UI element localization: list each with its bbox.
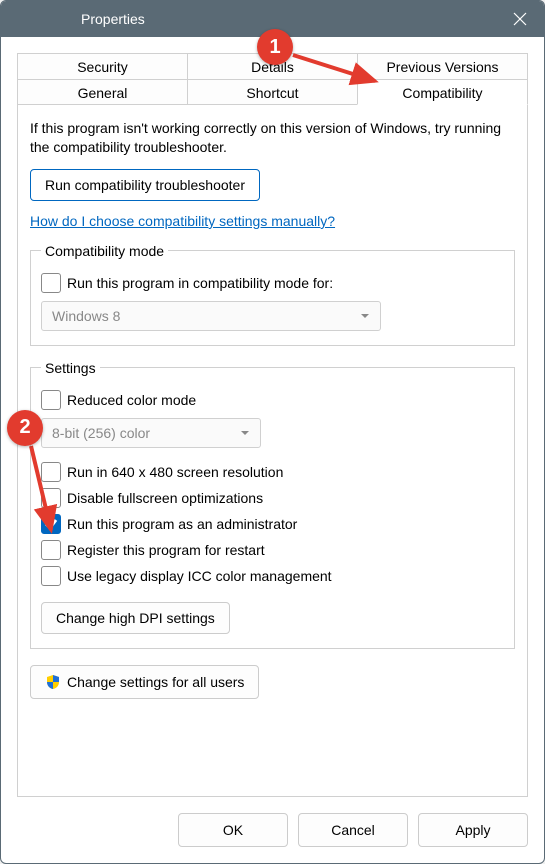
run-compatibility-mode-label: Run this program in compatibility mode f… [67,275,333,291]
content-area: 1 Security Details Previous Versions Gen… [1,37,544,797]
reduced-color-label: Reduced color mode [67,392,196,408]
chevron-down-icon [360,311,370,321]
close-button[interactable] [496,1,544,37]
color-depth-value: 8-bit (256) color [52,425,150,441]
close-icon [513,12,527,26]
annotation-step-1: 1 [257,29,293,65]
change-dpi-button[interactable]: Change high DPI settings [41,602,230,634]
cancel-button[interactable]: Cancel [298,813,408,847]
compatibility-mode-group: Compatibility mode Run this program in c… [30,243,515,346]
compatibility-mode-legend: Compatibility mode [41,243,168,259]
ok-button[interactable]: OK [178,813,288,847]
register-restart-checkbox[interactable] [41,540,61,560]
intro-text: If this program isn't working correctly … [30,119,515,157]
properties-window: Properties 1 Security Details Previous V… [0,0,545,864]
run-640x480-label: Run in 640 x 480 screen resolution [67,464,283,480]
compatibility-os-value: Windows 8 [52,308,120,324]
change-all-users-label: Change settings for all users [67,674,244,690]
run-compatibility-mode-checkbox[interactable] [41,273,61,293]
annotation-arrow-1 [289,49,389,89]
dialog-footer: OK Cancel Apply [1,797,544,863]
settings-group: Settings 2 Reduced color mode 8-bit (256… [30,360,515,649]
tab-body-compatibility: If this program isn't working correctly … [17,104,528,797]
window-title: Properties [1,11,496,27]
change-all-users-button[interactable]: Change settings for all users [30,665,259,699]
tab-security[interactable]: Security [17,53,188,79]
compatibility-os-select: Windows 8 [41,301,381,331]
annotation-arrow-2 [23,442,63,542]
settings-legend: Settings [41,360,100,376]
reduced-color-checkbox[interactable] [41,390,61,410]
help-link[interactable]: How do I choose compatibility settings m… [30,213,335,229]
apply-button[interactable]: Apply [418,813,528,847]
tab-general[interactable]: General [17,79,188,105]
chevron-down-icon [240,428,250,438]
legacy-icc-checkbox[interactable] [41,566,61,586]
run-as-admin-label: Run this program as an administrator [67,516,297,532]
shield-icon [45,674,61,690]
register-restart-label: Register this program for restart [67,542,265,558]
legacy-icc-label: Use legacy display ICC color management [67,568,332,584]
disable-fullscreen-label: Disable fullscreen optimizations [67,490,263,506]
annotation-step-2: 2 [7,410,43,446]
run-troubleshooter-button[interactable]: Run compatibility troubleshooter [30,169,260,201]
color-depth-select: 8-bit (256) color [41,418,261,448]
